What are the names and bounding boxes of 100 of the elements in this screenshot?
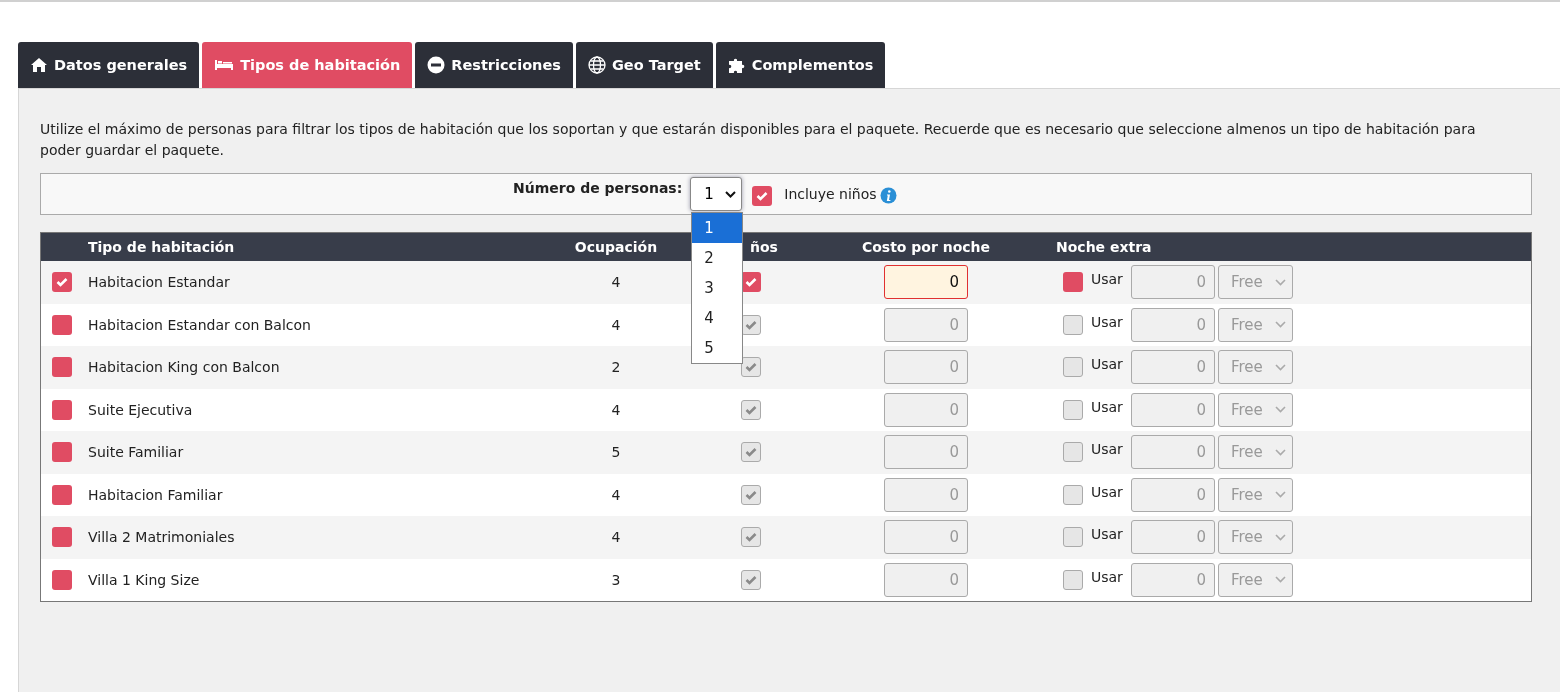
- use-label: Usar: [1091, 441, 1124, 458]
- extra-night-select[interactable]: Free: [1218, 392, 1293, 427]
- checkbox[interactable]: [1063, 399, 1083, 420]
- checkbox[interactable]: [1063, 314, 1083, 335]
- checkbox[interactable]: [52, 272, 72, 293]
- use-label: Usar: [1091, 356, 1124, 373]
- use-label: Usar: [1091, 568, 1124, 585]
- room-name: Suite Familiar: [88, 444, 184, 461]
- checkbox[interactable]: [741, 569, 761, 590]
- kids-label: Incluye niños: [784, 186, 877, 202]
- extra-night-field[interactable]: 0: [1131, 520, 1215, 555]
- chevron-icon: [1275, 576, 1286, 584]
- cost-field[interactable]: 0: [884, 350, 968, 385]
- tab[interactable]: Complementos: [715, 42, 886, 88]
- occupancy-value: 4: [611, 316, 621, 333]
- extra-night-field[interactable]: 0: [1131, 265, 1215, 300]
- room-name: Villa 2 Matrimoniales: [88, 529, 235, 546]
- occupancy-value: 2: [611, 359, 621, 376]
- extra-night-select[interactable]: Free: [1218, 477, 1293, 512]
- extra-night-select[interactable]: Free: [1218, 435, 1293, 470]
- dropdown-option[interactable]: 4: [692, 303, 743, 333]
- tab[interactable]: Restricciones: [415, 42, 573, 88]
- checkbox[interactable]: [1063, 527, 1083, 548]
- extra-night-field[interactable]: 0: [1131, 350, 1215, 385]
- checkbox[interactable]: [741, 357, 761, 378]
- use-label: Usar: [1091, 398, 1124, 415]
- room-name: Habitacion Familiar: [88, 486, 223, 503]
- checkbox[interactable]: [52, 357, 72, 378]
- extra-night-select[interactable]: Free: [1218, 562, 1293, 597]
- dropdown-option[interactable]: 3: [692, 273, 743, 303]
- checkbox[interactable]: [1063, 272, 1083, 293]
- bed-icon: [214, 59, 235, 71]
- use-label: Usar: [1091, 313, 1124, 330]
- check-icon: [756, 191, 769, 201]
- chevron-icon: [1275, 491, 1286, 499]
- use-label: Usar: [1091, 526, 1124, 543]
- checkbox[interactable]: [741, 399, 761, 420]
- room-name: Villa 1 King Size: [88, 571, 200, 588]
- column-header: Costo por noche: [860, 239, 992, 255]
- dropdown-option[interactable]: 2: [692, 243, 743, 273]
- room-name: Habitacion Estandar: [88, 274, 230, 291]
- extra-night-field[interactable]: 0: [1131, 562, 1215, 597]
- extra-night-field[interactable]: 0: [1131, 477, 1215, 512]
- use-label: Usar: [1091, 271, 1124, 288]
- checkbox[interactable]: [741, 314, 761, 335]
- extra-night-field[interactable]: 0: [1131, 435, 1215, 470]
- extra-night-select[interactable]: Free: [1218, 520, 1293, 555]
- checkbox[interactable]: [1063, 357, 1083, 378]
- checkbox[interactable]: [1063, 569, 1083, 590]
- check-icon: [745, 404, 757, 415]
- extra-night-select[interactable]: Free: [1218, 350, 1293, 385]
- check-icon: [745, 319, 757, 330]
- tab[interactable]: Tipos de habitación: [202, 42, 413, 88]
- cost-field[interactable]: 0: [884, 265, 968, 300]
- occupancy-value: 4: [611, 401, 621, 418]
- checkbox[interactable]: [752, 186, 773, 206]
- chevron-icon: [1275, 533, 1286, 541]
- house-icon: [30, 57, 48, 73]
- checkbox[interactable]: [741, 527, 761, 548]
- cost-field[interactable]: 0: [884, 307, 968, 342]
- extra-night-select[interactable]: Free: [1218, 307, 1293, 342]
- checkbox[interactable]: [1063, 484, 1083, 505]
- minus-circle-icon: [427, 56, 446, 74]
- extra-night-field[interactable]: 0: [1131, 307, 1215, 342]
- extra-night-field[interactable]: 0: [1131, 392, 1215, 427]
- dropdown-option[interactable]: 5: [692, 333, 743, 363]
- dropdown-option[interactable]: 1: [692, 213, 743, 243]
- checkbox[interactable]: [52, 569, 72, 590]
- cost-field[interactable]: 0: [884, 520, 968, 555]
- column-header: Ocupación: [573, 239, 659, 255]
- column-header: Noche extra: [1055, 239, 1153, 255]
- checkbox[interactable]: [52, 399, 72, 420]
- chevron-icon: [1275, 278, 1286, 286]
- occupancy-value: 4: [611, 274, 621, 291]
- column-header: ños: [749, 239, 779, 255]
- check-icon: [745, 447, 757, 458]
- check-icon: [745, 574, 757, 585]
- checkbox[interactable]: [52, 442, 72, 463]
- cost-field[interactable]: 0: [884, 392, 968, 427]
- cost-field[interactable]: 0: [884, 477, 968, 512]
- tab[interactable]: Geo Target: [575, 42, 713, 88]
- cost-field[interactable]: 0: [884, 435, 968, 470]
- check-icon: [745, 489, 757, 500]
- checkbox[interactable]: [52, 527, 72, 548]
- checkbox[interactable]: [741, 442, 761, 463]
- checkbox[interactable]: [1063, 442, 1083, 463]
- checkbox[interactable]: [741, 272, 761, 293]
- column-header: Tipo de habitación: [88, 239, 236, 255]
- checkbox[interactable]: [52, 314, 72, 335]
- persons-select[interactable]: 1: [690, 177, 743, 211]
- globe-icon: [587, 56, 606, 74]
- occupancy-value: 5: [611, 444, 621, 461]
- extra-night-select[interactable]: Free: [1218, 265, 1293, 300]
- tab[interactable]: Datos generales: [18, 42, 200, 88]
- info-icon: [879, 187, 897, 204]
- checkbox[interactable]: [741, 484, 761, 505]
- cost-field[interactable]: 0: [884, 562, 968, 597]
- checkbox[interactable]: [52, 484, 72, 505]
- chevron-icon: [1275, 321, 1286, 329]
- room-name: Suite Ejecutiva: [88, 401, 193, 418]
